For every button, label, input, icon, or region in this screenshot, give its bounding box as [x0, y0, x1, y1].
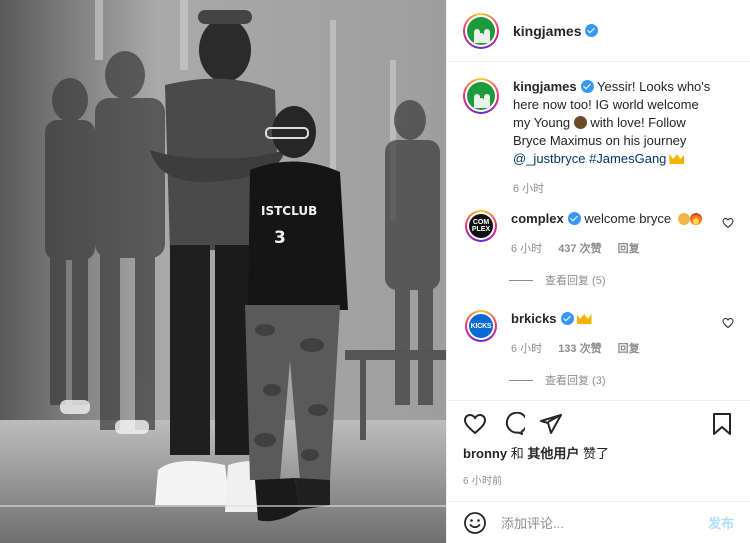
reply-button[interactable]: 回复	[618, 240, 640, 256]
comments-section[interactable]: kingjames Yessir! Looks who's here now t…	[447, 62, 750, 400]
post-header: kingjames	[447, 0, 750, 62]
view-replies-label[interactable]: 查看回复 (5)	[545, 272, 606, 288]
clapping-hands-emoji-icon	[677, 213, 690, 225]
jersey-text: ISTCLUB	[261, 204, 317, 218]
verified-badge-icon	[560, 312, 574, 325]
crown-emoji-icon	[669, 154, 685, 164]
verified-badge-icon	[580, 80, 594, 93]
comment-likes[interactable]: 437 次赞	[558, 240, 601, 256]
kicks-logo-text: KICKS	[469, 314, 493, 338]
bookmark-icon[interactable]	[710, 412, 734, 436]
post-comment-button[interactable]: 发布	[708, 513, 734, 532]
face-emoji-icon	[573, 116, 587, 129]
verified-badge-icon	[585, 24, 599, 37]
action-bar	[463, 405, 734, 443]
comment-text: welcome bryce	[584, 211, 672, 226]
add-comment-bar: 添加评论... 发布	[447, 501, 750, 543]
post-photo[interactable]: ISTCLUB 3	[0, 0, 446, 543]
instagram-post-modal: ISTCLUB 3 kingjames kingjames Yessir! Lo…	[0, 0, 750, 543]
complex-logo-text-1: COM	[472, 219, 490, 226]
comment-icon[interactable]	[501, 412, 525, 436]
verified-badge-icon	[567, 212, 581, 225]
author-avatar[interactable]	[463, 12, 499, 49]
comment-item: KICKS brkicks 6 小时 133 次赞 回复 查看回复 (3)	[463, 310, 734, 388]
author-username[interactable]: kingjames	[513, 23, 581, 39]
caption-meta: 6 小时	[513, 180, 713, 196]
comment-like-heart-icon[interactable]	[722, 317, 734, 329]
comment-likes[interactable]: 133 次赞	[558, 340, 601, 356]
comment-like-heart-icon[interactable]	[722, 217, 734, 229]
crown-emoji-icon	[576, 314, 592, 324]
hashtag-link[interactable]: #JamesGang	[589, 151, 666, 166]
photo-illustration: ISTCLUB 3	[0, 0, 446, 543]
caption-text: kingjames Yessir! Looks who's here now t…	[513, 78, 713, 168]
likes-others[interactable]: 其他用户	[527, 446, 579, 461]
view-replies-label[interactable]: 查看回复 (3)	[545, 372, 606, 388]
commenter-username[interactable]: brkicks	[511, 311, 557, 326]
comment-item: COM PLEX complex welcome bryce 6 小时 437 次…	[463, 210, 734, 288]
likes-conj: 和	[510, 446, 524, 461]
mention-link[interactable]: @_justbryce	[513, 151, 585, 166]
likes-suffix: 赞了	[582, 446, 609, 461]
commenter-username[interactable]: complex	[511, 211, 564, 226]
complex-logo-text-2: PLEX	[471, 226, 491, 233]
jersey-number: 3	[274, 228, 286, 248]
caption-time[interactable]: 6 小时	[513, 180, 544, 196]
reply-button[interactable]: 回复	[618, 340, 640, 356]
liker-username[interactable]: bronny	[463, 446, 507, 461]
caption-username[interactable]: kingjames	[513, 79, 577, 94]
post-side-panel: kingjames kingjames Yessir! Looks who's …	[446, 0, 750, 543]
likes-summary: bronny 和 其他用户 赞了	[463, 443, 734, 462]
commenter-avatar[interactable]: KICKS	[465, 310, 497, 342]
post-timestamp[interactable]: 6 小时前	[463, 472, 734, 487]
comment-time[interactable]: 6 小时	[511, 240, 542, 256]
caption: kingjames Yessir! Looks who's here now t…	[463, 78, 734, 196]
view-replies-button[interactable]: 查看回复 (5)	[509, 272, 734, 288]
emoji-icon[interactable]	[463, 511, 487, 535]
fire-emoji-icon	[689, 213, 702, 225]
caption-avatar[interactable]	[463, 78, 499, 114]
heart-icon[interactable]	[463, 412, 487, 436]
share-icon[interactable]	[539, 412, 563, 436]
comment-input[interactable]: 添加评论...	[501, 513, 708, 532]
commenter-avatar[interactable]: COM PLEX	[465, 210, 497, 242]
view-replies-button[interactable]: 查看回复 (3)	[509, 372, 734, 388]
comment-time[interactable]: 6 小时	[511, 340, 542, 356]
post-actions-area: bronny 和 其他用户 赞了 6 小时前	[447, 400, 750, 487]
